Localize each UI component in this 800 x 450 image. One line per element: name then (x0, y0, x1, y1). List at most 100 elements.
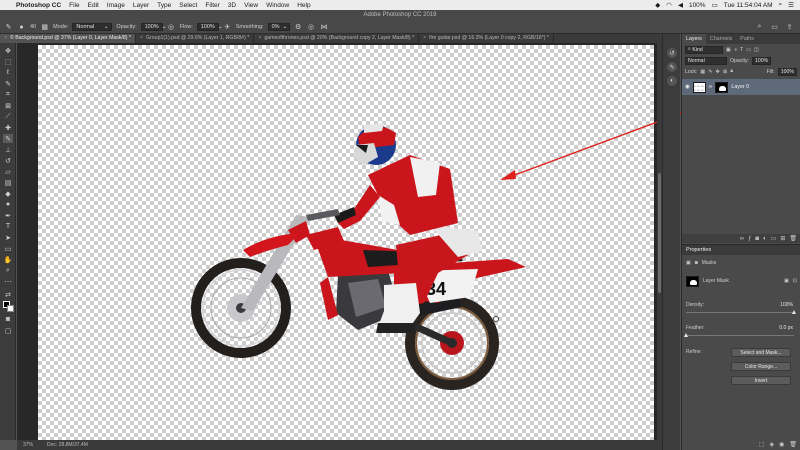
tab-layers[interactable]: Layers (682, 34, 706, 44)
select-and-mask-button[interactable]: Select and Mask... (731, 348, 791, 357)
pressure-size-icon[interactable]: ◎ (307, 23, 316, 32)
workspace-icon[interactable]: ▭ (770, 22, 779, 31)
feather-value[interactable]: 0.0 px (779, 325, 793, 331)
close-icon[interactable]: × (140, 34, 143, 43)
apply-mask-icon[interactable]: ◈ (770, 441, 775, 448)
close-icon[interactable]: × (4, 34, 7, 43)
flow-field[interactable]: 100% ⌄ (196, 23, 222, 31)
history-brush-tool-icon[interactable]: ↺ (3, 156, 13, 165)
background-color-swatch[interactable] (7, 305, 14, 312)
smoothing-field[interactable]: 0% ⌄ (267, 23, 290, 31)
smoothing-settings-icon[interactable]: ⚙ (294, 23, 303, 32)
feather-slider-knob[interactable] (684, 333, 688, 337)
app-menu[interactable]: Photoshop CC (16, 2, 61, 9)
healing-brush-tool-icon[interactable]: ✚ (3, 123, 13, 132)
new-group-icon[interactable]: ▭ (771, 235, 777, 242)
layer-style-icon[interactable]: ƒ (748, 236, 751, 242)
filter-type-icon[interactable]: T (740, 47, 743, 53)
menu-select[interactable]: Select (179, 2, 197, 9)
lasso-tool-icon[interactable]: ℓ (3, 68, 13, 77)
delete-mask-icon[interactable]: 🗑︎ (789, 441, 797, 448)
swap-colors-icon[interactable]: ⇄ (3, 290, 13, 299)
wifi-icon[interactable]: ◠ (666, 1, 672, 9)
canvas-workspace[interactable]: 34 (17, 43, 730, 440)
shape-tool-icon[interactable]: ▭ (3, 244, 13, 253)
hand-tool-icon[interactable]: ✋ (3, 255, 13, 264)
lock-artboard-icon[interactable]: ⊠ (723, 69, 727, 75)
lock-all-icon[interactable]: 🔒︎ (730, 68, 733, 75)
share-icon[interactable]: ⇪ (785, 22, 794, 31)
link-layers-icon[interactable]: ∞ (740, 236, 744, 242)
pixel-mask-icon[interactable]: ▣ (686, 260, 691, 266)
history-panel-icon[interactable]: ↺ (667, 48, 677, 58)
search-icon[interactable]: ⌕ (755, 22, 764, 31)
layer-mask-thumbnail[interactable] (715, 81, 729, 93)
zoom-level[interactable]: 37% (23, 442, 33, 448)
menu-type[interactable]: Type (157, 2, 171, 9)
pressure-opacity-icon[interactable]: ◎ (167, 23, 176, 32)
brush-panel-icon[interactable]: ✎ (667, 62, 677, 72)
brush-tool-icon[interactable]: ✎ (4, 23, 13, 32)
select-pixel-mask-icon[interactable]: ▣ (784, 278, 789, 284)
layer-opacity-field[interactable]: 100% (752, 56, 772, 65)
dropbox-icon[interactable]: ◆ (655, 1, 660, 9)
feather-slider[interactable] (684, 333, 794, 337)
volume-icon[interactable]: ◀ (678, 1, 683, 9)
layer-kind-filter[interactable]: ⌕ Kind (685, 45, 723, 54)
adjustment-layer-icon[interactable]: ◐ (763, 236, 767, 242)
document-canvas[interactable]: 34 (38, 45, 730, 440)
menu-image[interactable]: Image (107, 2, 125, 9)
new-layer-icon[interactable]: ⊞ (780, 235, 785, 242)
menu-layer[interactable]: Layer (133, 2, 149, 9)
tab-channels[interactable]: Channels (706, 34, 736, 44)
lock-position-icon[interactable]: ✥ (716, 69, 720, 75)
dodge-tool-icon[interactable]: ● (3, 200, 13, 209)
crop-tool-icon[interactable]: ⌗ (3, 90, 13, 99)
color-range-button[interactable]: Color Range... (731, 362, 791, 371)
symmetry-icon[interactable]: ⋈ (320, 23, 329, 32)
toggle-mask-icon[interactable]: ◉ (779, 441, 784, 448)
tab-paths[interactable]: Paths (736, 34, 758, 44)
layer-name[interactable]: Layer 0 (731, 84, 749, 90)
pen-tool-icon[interactable]: ✒ (3, 211, 13, 220)
tab-fire-guitar-psd[interactable]: × fire guitar.psd @ 16.3% (Layer 0 copy 2… (419, 34, 554, 43)
load-selection-icon[interactable]: ⬚ (759, 441, 765, 448)
menu-3d[interactable]: 3D (228, 2, 236, 9)
more-tools-icon[interactable]: ⋯ (3, 277, 13, 286)
move-tool-icon[interactable]: ✥ (3, 46, 13, 55)
brush-tool-icon[interactable]: ✎ (3, 134, 13, 143)
path-select-tool-icon[interactable]: ➤ (3, 233, 13, 242)
menu-window[interactable]: Window (266, 2, 289, 9)
screen-mode-icon[interactable]: ▢ (3, 326, 13, 335)
link-icon[interactable]: ∞ (709, 84, 713, 90)
spotlight-icon[interactable]: ⌕ (779, 1, 783, 9)
add-mask-icon[interactable]: ◙ (755, 236, 759, 242)
quick-select-tool-icon[interactable]: ✎ (3, 79, 13, 88)
density-slider[interactable] (686, 310, 796, 314)
blend-mode-dropdown[interactable]: Normal (685, 56, 727, 65)
mode-dropdown[interactable]: Normal ⌄ (72, 23, 113, 31)
airbrush-icon[interactable]: ✈ (223, 23, 232, 32)
eraser-tool-icon[interactable]: ▱ (3, 167, 13, 176)
close-icon[interactable]: × (258, 34, 261, 43)
filter-shape-icon[interactable]: ▭ (746, 47, 751, 53)
doc-size[interactable]: Doc: 28.8M/37.4M (47, 442, 88, 448)
invert-button[interactable]: Invert (731, 376, 791, 385)
menu-edit[interactable]: Edit (88, 2, 99, 9)
menu-filter[interactable]: Filter (205, 2, 219, 9)
filter-adjust-icon[interactable]: ◑ (734, 47, 737, 53)
quick-mask-icon[interactable]: ◙ (3, 315, 13, 324)
density-value[interactable]: 100% (780, 302, 793, 308)
visibility-eye-icon[interactable]: ◉ (685, 84, 690, 90)
tab-group1-psd[interactable]: × Group1(1).psd @ 29.6% (Layer 1, RGB/8#)… (136, 34, 255, 43)
blur-tool-icon[interactable]: ◆ (3, 189, 13, 198)
brush-settings-icon[interactable]: ▦ (40, 23, 49, 32)
add-vector-mask-icon[interactable]: ⊡ (793, 278, 797, 284)
tab-background-psd[interactable]: × © Background.psd @ 37% (Layer 0, Layer … (0, 34, 136, 43)
density-slider-knob[interactable] (792, 310, 796, 314)
battery-icon[interactable]: ▭ (712, 1, 718, 9)
menu-help[interactable]: Help (297, 2, 310, 9)
menu-view[interactable]: View (244, 2, 258, 9)
filter-pixel-icon[interactable]: ▣ (726, 47, 731, 53)
vector-mask-icon[interactable]: ◙ (695, 260, 698, 266)
